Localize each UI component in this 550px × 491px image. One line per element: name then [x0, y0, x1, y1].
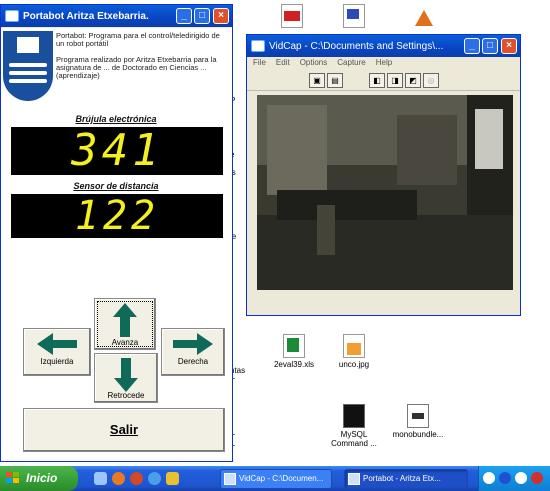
task-label: Portabot - Aritza Etx...: [363, 474, 441, 483]
right-button[interactable]: Derecha: [161, 328, 225, 376]
portabot-window: Portabot Aritza Etxebarria. _ □ × Portab…: [0, 4, 233, 462]
vidcap-app-icon: [251, 40, 265, 52]
taskbar-item-portabot[interactable]: Portabot - Aritza Etx...: [344, 469, 468, 489]
forward-button[interactable]: Avanza: [94, 298, 156, 350]
excel-file-icon[interactable]: 2eval39.xls: [262, 334, 326, 369]
university-logo: [3, 31, 53, 101]
monobundle-file-icon[interactable]: monobundle...: [386, 404, 450, 439]
vidcap-titlebar[interactable]: VidCap - C:\Documents and Settings\... _…: [247, 35, 520, 57]
vidcap-title: VidCap - C:\Documents and Settings\...: [269, 40, 444, 52]
icon-label: unco.jpg: [338, 360, 370, 369]
tray-security-icon[interactable]: [531, 472, 543, 484]
pdf-icon: [281, 4, 303, 28]
right-label: Derecha: [177, 357, 209, 366]
quicklaunch-outlook-icon[interactable]: [166, 472, 179, 485]
book-icon: [17, 37, 39, 53]
file-icon: [407, 404, 429, 428]
matlab-logo-icon: [413, 4, 435, 28]
exit-button[interactable]: Salir: [23, 408, 225, 452]
minimize-button[interactable]: _: [176, 8, 192, 24]
compass-display: 341: [11, 127, 223, 175]
portabot-title: Portabot Aritza Etxebarria.: [23, 10, 149, 22]
compass-label: Brújula electrónica: [75, 114, 157, 124]
tray-network-icon[interactable]: [499, 472, 511, 484]
capture-sequence-button[interactable]: ◨: [387, 73, 403, 88]
icon-label: MySQL Command ...: [331, 430, 377, 448]
word-icon: [343, 4, 365, 28]
wave-icon: [9, 79, 47, 83]
quicklaunch-desktop-icon[interactable]: [94, 472, 107, 485]
menu-edit[interactable]: Edit: [276, 58, 290, 70]
start-button[interactable]: Inicio: [0, 466, 78, 491]
close-button[interactable]: ×: [213, 8, 229, 24]
task-label: VidCap - C:\Documen...: [239, 474, 324, 483]
tray-back-icon[interactable]: [483, 472, 495, 484]
maximize-button[interactable]: □: [482, 38, 498, 54]
overlay-tool-button[interactable]: ▤: [327, 73, 343, 88]
menu-file[interactable]: File: [253, 58, 266, 70]
quicklaunch-media-icon[interactable]: [130, 472, 143, 485]
windows-flag-icon: [6, 472, 19, 483]
left-label: Izquierda: [40, 357, 74, 366]
menu-options[interactable]: Options: [300, 58, 328, 70]
quicklaunch-ie-icon[interactable]: [148, 472, 161, 485]
portabot-app-icon: [5, 10, 19, 22]
author-description: Programa realizado por Aritza Etxebarria…: [56, 55, 217, 80]
capture-frame-button[interactable]: ◧: [369, 73, 385, 88]
camera-video-frame: [257, 95, 513, 290]
arrow-left-icon: [37, 333, 77, 355]
matlab-icon[interactable]: [392, 4, 456, 30]
excel-icon: [283, 334, 305, 358]
arrow-right-icon: [173, 333, 213, 355]
settings-tool-button[interactable]: ◩: [405, 73, 421, 88]
vidcap-toolbar: ▣ ▤ ◧ ◨ ◩ ◎: [247, 71, 520, 91]
quicklaunch-firefox-icon[interactable]: [112, 472, 125, 485]
wave-icon: [9, 71, 47, 75]
icon-label: 2eval39.xls: [273, 360, 315, 369]
forward-label: Avanza: [111, 338, 139, 347]
start-label: Inicio: [26, 471, 58, 485]
menu-help[interactable]: Help: [376, 58, 392, 70]
image-icon: [343, 334, 365, 358]
arrow-up-icon: [113, 303, 137, 337]
close-button[interactable]: ×: [501, 38, 517, 54]
preview-tool-button[interactable]: ▣: [309, 73, 325, 88]
vidcap-menubar: File Edit Options Capture Help: [247, 57, 520, 71]
vidcap-window: VidCap - C:\Documents and Settings\... _…: [246, 34, 521, 316]
taskbar-item-vidcap[interactable]: VidCap - C:\Documen...: [220, 469, 332, 489]
jpg-file-icon[interactable]: unco.jpg: [322, 334, 386, 369]
system-tray: [478, 466, 550, 491]
disabled-tool-button: ◎: [423, 73, 439, 88]
distance-display: 122: [11, 194, 223, 238]
portabot-task-icon: [348, 473, 360, 485]
doc-file-icon[interactable]: [322, 4, 386, 30]
taskbar: Inicio VidCap - C:\Documen... Portabot -…: [0, 466, 550, 491]
distance-label: Sensor de distancia: [73, 181, 159, 191]
menu-capture[interactable]: Capture: [337, 58, 365, 70]
portabot-titlebar[interactable]: Portabot Aritza Etxebarria. _ □ ×: [1, 5, 232, 27]
back-button[interactable]: Retrocede: [94, 353, 158, 403]
arrow-down-icon: [114, 358, 138, 392]
left-button[interactable]: Izquierda: [23, 328, 91, 376]
camera-scene: [257, 95, 513, 290]
portabot-body: Portabot: Programa para el control/teled…: [1, 28, 232, 461]
tray-volume-icon[interactable]: [515, 472, 527, 484]
mysql-shortcut-icon[interactable]: MySQL Command ...: [322, 404, 386, 448]
icon-label: monobundle...: [392, 430, 444, 439]
wave-icon: [9, 63, 47, 67]
vidcap-task-icon: [224, 473, 236, 485]
minimize-button[interactable]: _: [464, 38, 480, 54]
console-icon: [343, 404, 365, 428]
program-description: Portabot: Programa para el control/teled…: [56, 31, 220, 48]
maximize-button[interactable]: □: [194, 8, 210, 24]
back-label: Retrocede: [107, 391, 145, 400]
pdf-file-icon[interactable]: [260, 4, 324, 30]
